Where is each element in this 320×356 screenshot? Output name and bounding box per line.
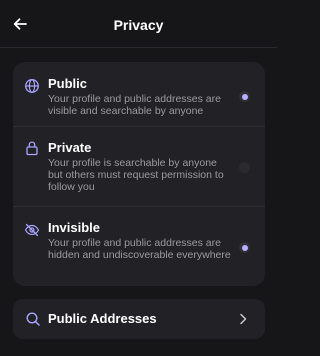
option-public-title: Public xyxy=(48,76,88,91)
globe-icon xyxy=(25,79,39,93)
public-addresses-button[interactable]: Public Addresses xyxy=(13,299,265,339)
chevron-right-icon xyxy=(240,313,247,325)
public-addresses-label: Public Addresses xyxy=(48,311,157,326)
option-public-radio[interactable] xyxy=(239,91,250,102)
option-private-radio[interactable] xyxy=(239,162,250,173)
option-invisible[interactable]: Invisible Your profile and public addres… xyxy=(13,206,265,286)
header-bar: Privacy xyxy=(0,0,277,48)
option-public-description: Your profile and public addresses are vi… xyxy=(48,93,221,117)
privacy-options-card: Public Your profile and public addresses… xyxy=(13,62,265,286)
option-private[interactable]: Private Your profile is searchable by an… xyxy=(13,126,265,206)
option-private-description: Your profile is searchable by anyone but… xyxy=(48,157,224,193)
option-invisible-description: Your profile and public addresses are hi… xyxy=(48,237,231,261)
lock-icon xyxy=(26,141,38,156)
option-public[interactable]: Public Your profile and public addresses… xyxy=(13,62,265,126)
option-invisible-radio[interactable] xyxy=(239,242,250,253)
option-private-title: Private xyxy=(48,140,92,155)
search-icon xyxy=(26,312,40,326)
page-title: Privacy xyxy=(113,17,164,33)
eye-off-icon xyxy=(24,223,40,237)
option-invisible-title: Invisible xyxy=(48,220,101,235)
